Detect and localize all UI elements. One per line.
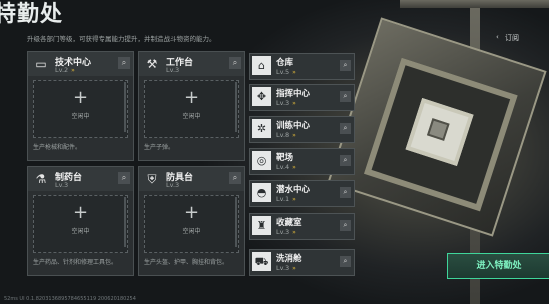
diving-icon: ◓ [252,183,271,202]
production-slot[interactable]: + 空闲中 [33,195,128,253]
facility-training-center[interactable]: ✲ 训练中心 Lv.8» ⌕ [249,116,355,143]
magnify-icon[interactable]: ⌕ [340,155,351,166]
hammer-icon: ⚒ [146,57,158,71]
card-header: ▭ 技术中心 Lv.2» ⌕ [28,52,133,76]
upgrade-arrow-icon: » [292,100,296,107]
target-icon: ◎ [252,151,271,170]
magnify-icon[interactable]: ⌕ [340,123,351,134]
facility-name: 潜水中心 [276,185,311,195]
card-tech-center[interactable]: ▭ 技术中心 Lv.2» ⌕ + 空闲中 生产枪械和配件。 [27,51,134,161]
magnify-icon[interactable]: ⌕ [229,172,241,184]
microscope-icon: ⚗ [35,172,47,186]
upgrade-arrow-icon: » [292,196,296,203]
upgrade-arrow-icon: » [292,164,296,171]
card-level: Lv.3 [55,181,69,189]
facility-name: 训练中心 [276,121,311,131]
facility-name: 洗消舱 [276,254,302,264]
scrollbar[interactable] [124,82,126,132]
card-armor-bench[interactable]: ⛨ 防具台 Lv.3 ⌕ + 空闲中 生产头盔、护甲、胸挂和背包。 [138,166,245,276]
upgrade-arrow-icon: » [292,69,296,76]
decon-icon: ⛟ [252,252,271,271]
page-description: 升级各部门等级，可获得专属能力提升，并制造战斗物资的能力。 [27,35,216,43]
facility-level: Lv.3» [276,99,296,107]
plus-icon: + [72,202,89,223]
warehouse-icon: ⌂ [252,56,271,75]
monitor-icon: ▭ [35,57,47,71]
page-title: 特勤处 [0,2,64,27]
card-description: 生产枪械和配件。 [33,144,82,151]
plus-icon: + [72,87,89,108]
card-level: Lv.2» [55,66,75,74]
card-pharmacy[interactable]: ⚗ 制药台 Lv.3 ⌕ + 空闲中 生产药品、针剂和修理工具包。 [27,166,134,276]
facility-level: Lv.5» [276,68,296,76]
production-slot[interactable]: + 空闲中 [33,80,128,138]
card-level: Lv.3 [166,181,180,189]
facility-level: Lv.3» [276,228,296,236]
command-icon: ✥ [252,87,271,106]
facility-shooting-range[interactable]: ◎ 靶场 Lv.4» ⌕ [249,148,355,175]
facility-collection-room[interactable]: ♜ 收藏室 Lv.3» ⌕ [249,213,355,240]
background-beam-top [400,0,549,8]
scrollbar[interactable] [235,82,237,132]
upgrade-arrow-icon: » [71,67,75,74]
card-header: ⚒ 工作台 Lv.3 ⌕ [139,52,244,76]
collection-icon: ♜ [252,216,271,235]
magnify-icon[interactable]: ⌕ [340,187,351,198]
enter-hq-button[interactable]: 进入特勤处 [447,253,549,279]
magnify-icon[interactable]: ⌕ [340,220,351,231]
slot-status: 空闲中 [182,113,201,120]
card-description: 生产子弹。 [144,144,175,151]
subscribe-button[interactable]: 订阅 [505,33,519,43]
facility-level: Lv.1» [276,195,296,203]
facility-level: Lv.4» [276,163,296,171]
facility-name: 指挥中心 [276,89,311,99]
magnify-icon[interactable]: ⌕ [340,91,351,102]
scrollbar[interactable] [124,197,126,247]
build-info: 52ms UI 0.1.8203136895784655119 20062018… [4,296,136,302]
slot-status: 空闲中 [71,113,90,120]
card-level: Lv.3 [166,66,180,74]
plus-icon: + [183,87,200,108]
facility-name: 靶场 [276,153,294,163]
card-header: ⚗ 制药台 Lv.3 ⌕ [28,167,133,191]
plus-icon: + [183,202,200,223]
card-workbench[interactable]: ⚒ 工作台 Lv.3 ⌕ + 空闲中 生产子弹。 [138,51,245,161]
slot-status: 空闲中 [71,228,90,235]
magnify-icon[interactable]: ⌕ [118,57,130,69]
facility-level: Lv.3» [276,264,296,272]
magnify-icon[interactable]: ⌕ [229,57,241,69]
slot-status: 空闲中 [182,228,201,235]
facility-name: 仓库 [276,58,294,68]
upgrade-arrow-icon: » [292,132,296,139]
card-description: 生产药品、针剂和修理工具包。 [33,259,118,266]
magnify-icon[interactable]: ⌕ [340,60,351,71]
magnify-icon[interactable]: ⌕ [118,172,130,184]
production-slot[interactable]: + 空闲中 [144,195,239,253]
card-header: ⛨ 防具台 Lv.3 ⌕ [139,167,244,191]
magnify-icon[interactable]: ⌕ [340,256,351,267]
armor-icon: ⛨ [147,172,157,186]
facility-command-center[interactable]: ✥ 指挥中心 Lv.3» ⌕ [249,84,355,111]
facility-decon-chamber[interactable]: ⛟ 洗消舱 Lv.3» ⌕ [249,249,355,276]
back-arrow-icon[interactable]: ‹ [496,33,499,41]
production-slot[interactable]: + 空闲中 [144,80,239,138]
facility-level: Lv.8» [276,131,296,139]
facility-warehouse[interactable]: ⌂ 仓库 Lv.5» ⌕ [249,53,355,80]
upgrade-arrow-icon: » [292,265,296,272]
card-description: 生产头盔、护甲、胸挂和背包。 [144,259,229,266]
upgrade-arrow-icon: » [292,229,296,236]
facility-name: 收藏室 [276,218,302,228]
facility-diving-center[interactable]: ◓ 潜水中心 Lv.1» ⌕ [249,180,355,207]
training-icon: ✲ [252,119,271,138]
scrollbar[interactable] [235,197,237,247]
